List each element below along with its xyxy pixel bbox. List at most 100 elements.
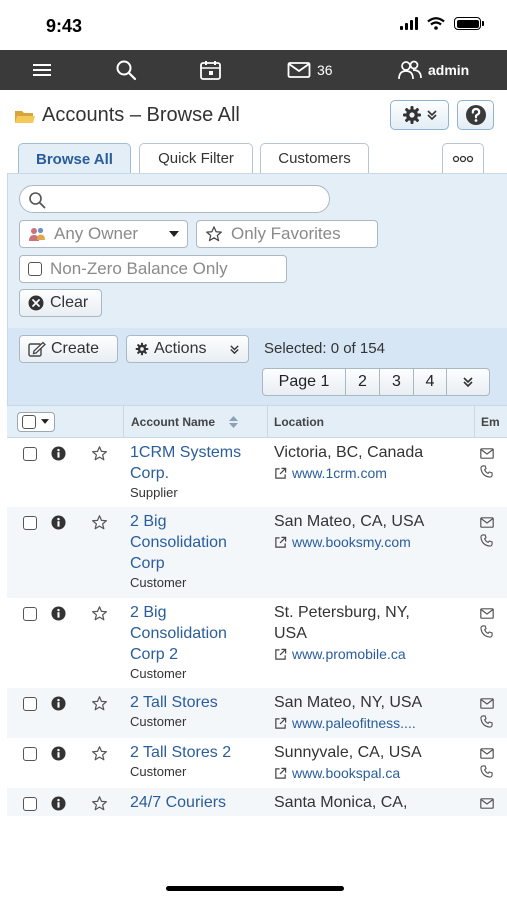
account-website-link[interactable]: www.bookspal.ca: [274, 765, 400, 781]
row-select-checkbox[interactable]: [23, 697, 37, 711]
only-favorites-toggle[interactable]: Only Favorites: [196, 220, 378, 248]
mail-button[interactable]: 36: [287, 50, 333, 90]
account-name-line: Consolidation: [130, 625, 227, 642]
row-email-button[interactable]: [480, 746, 494, 763]
account-name-link[interactable]: 2 Tall Stores 2: [130, 742, 270, 763]
actions-menu-button[interactable]: Actions: [126, 335, 249, 363]
pagination-page-4[interactable]: 4: [414, 369, 447, 395]
row-email-button[interactable]: [480, 446, 494, 463]
phone-icon: [480, 765, 493, 778]
row-favorite-button[interactable]: [91, 745, 108, 766]
account-name-line: 2 Tall Stores: [130, 694, 218, 711]
pagination-current-page[interactable]: Page 1: [263, 369, 346, 395]
row-favorite-button[interactable]: [91, 605, 108, 626]
account-name-link[interactable]: 2 Big Consolidation Corp: [130, 511, 270, 574]
calendar-icon: [200, 61, 221, 80]
pagination-more-button[interactable]: [447, 369, 489, 395]
account-website-link[interactable]: www.paleofitness....: [274, 715, 416, 731]
row-email-button[interactable]: [480, 606, 494, 623]
owner-select[interactable]: Any Owner: [19, 220, 188, 248]
column-header-account-name[interactable]: Account Name: [131, 406, 239, 437]
account-name-link[interactable]: 24/7 Couriers: [130, 792, 270, 813]
row-select-checkbox[interactable]: [23, 747, 37, 761]
row-phone-button[interactable]: [480, 715, 493, 732]
account-type: Customer: [130, 714, 187, 729]
row-favorite-button[interactable]: [91, 695, 108, 716]
checkbox-icon: [28, 262, 42, 276]
row-favorite-button[interactable]: [91, 445, 108, 466]
row-info-button[interactable]: [51, 746, 66, 765]
account-location: San Mateo, NY, USA: [274, 692, 479, 713]
account-website-link[interactable]: www.promobile.ca: [274, 646, 406, 662]
battery-icon: [454, 17, 484, 30]
account-website-link[interactable]: www.booksmy.com: [274, 534, 411, 550]
row-phone-button[interactable]: [480, 534, 493, 551]
account-name-link[interactable]: 1CRM Systems Corp.: [130, 442, 270, 484]
hamburger-icon: [33, 61, 51, 79]
row-select-checkbox[interactable]: [23, 447, 37, 461]
non-zero-balance-checkbox[interactable]: Non-Zero Balance Only: [19, 255, 287, 283]
row-info-button[interactable]: [51, 446, 66, 465]
account-location: St. Petersburg, NY, USA: [274, 602, 479, 644]
create-button[interactable]: Create: [19, 335, 118, 363]
external-link-icon: [275, 767, 287, 779]
calendar-button[interactable]: [199, 50, 222, 90]
row-info-button[interactable]: [51, 606, 66, 625]
row-select-checkbox[interactable]: [23, 607, 37, 621]
accounts-table-body: 1CRM Systems Corp. Supplier Victoria, BC, C…: [7, 438, 507, 816]
star-outline-icon: [92, 515, 107, 530]
tab-browse-all[interactable]: Browse All: [18, 143, 131, 174]
users-icon: [398, 60, 422, 80]
column-header-email[interactable]: Em: [481, 406, 500, 437]
mail-icon: [480, 517, 494, 528]
mail-count: 36: [317, 62, 333, 78]
row-phone-button[interactable]: [480, 765, 493, 782]
table-header: Account Name Location Em: [7, 405, 507, 438]
app-root: 9:43 36 admin Accounts – Browse All Brow…: [0, 0, 507, 900]
row-email-button[interactable]: [480, 696, 494, 713]
star-outline-icon: [92, 446, 107, 461]
pagination-page-3[interactable]: 3: [380, 369, 414, 395]
account-name-link[interactable]: 2 Big Consolidation Corp 2: [130, 602, 270, 665]
menu-button[interactable]: [33, 50, 51, 90]
double-chevron-down-icon: [230, 344, 239, 354]
help-button[interactable]: [457, 100, 494, 130]
row-favorite-button[interactable]: [91, 795, 108, 816]
settings-menu-button[interactable]: [390, 100, 449, 130]
account-name-line: Corp 2: [130, 646, 179, 663]
row-info-button[interactable]: [51, 515, 66, 534]
row-email-button[interactable]: [480, 796, 494, 813]
user-menu[interactable]: admin: [398, 50, 469, 90]
pagination-page-2[interactable]: 2: [346, 369, 380, 395]
column-header-location[interactable]: Location: [274, 406, 324, 437]
account-name-line: 2 Big: [130, 513, 167, 530]
info-icon: [51, 606, 66, 621]
location-line: USA: [274, 625, 307, 642]
row-email-button[interactable]: [480, 515, 494, 532]
mail-icon: [480, 608, 494, 619]
tab-customers[interactable]: Customers: [260, 143, 369, 173]
external-link-icon: [275, 648, 287, 660]
gear-icon: [135, 342, 149, 356]
row-info-button[interactable]: [51, 796, 66, 815]
account-name-link[interactable]: 2 Tall Stores: [130, 692, 270, 713]
row-select-checkbox[interactable]: [23, 516, 37, 530]
account-website-link[interactable]: www.1crm.com: [274, 465, 387, 481]
star-outline-icon: [206, 226, 222, 242]
row-info-button[interactable]: [51, 696, 66, 715]
status-time: 9:43: [46, 16, 83, 36]
select-all-dropdown[interactable]: [17, 406, 55, 437]
table-row: 24/7 Couriers Santa Monica, CA,: [7, 788, 507, 816]
tab-more[interactable]: [442, 143, 484, 173]
clear-filters-button[interactable]: Clear: [19, 289, 102, 317]
row-select-checkbox[interactable]: [23, 797, 37, 811]
row-phone-button[interactable]: [480, 625, 493, 642]
account-type: Customer: [130, 666, 187, 681]
search-button[interactable]: [115, 50, 137, 90]
account-website-text: www.promobile.ca: [292, 646, 406, 662]
row-phone-button[interactable]: [480, 465, 493, 482]
row-favorite-button[interactable]: [91, 514, 108, 535]
account-location: Sunnyvale, CA, USA: [274, 742, 479, 763]
search-input[interactable]: [19, 185, 330, 213]
tab-quick-filter[interactable]: Quick Filter: [139, 143, 253, 173]
